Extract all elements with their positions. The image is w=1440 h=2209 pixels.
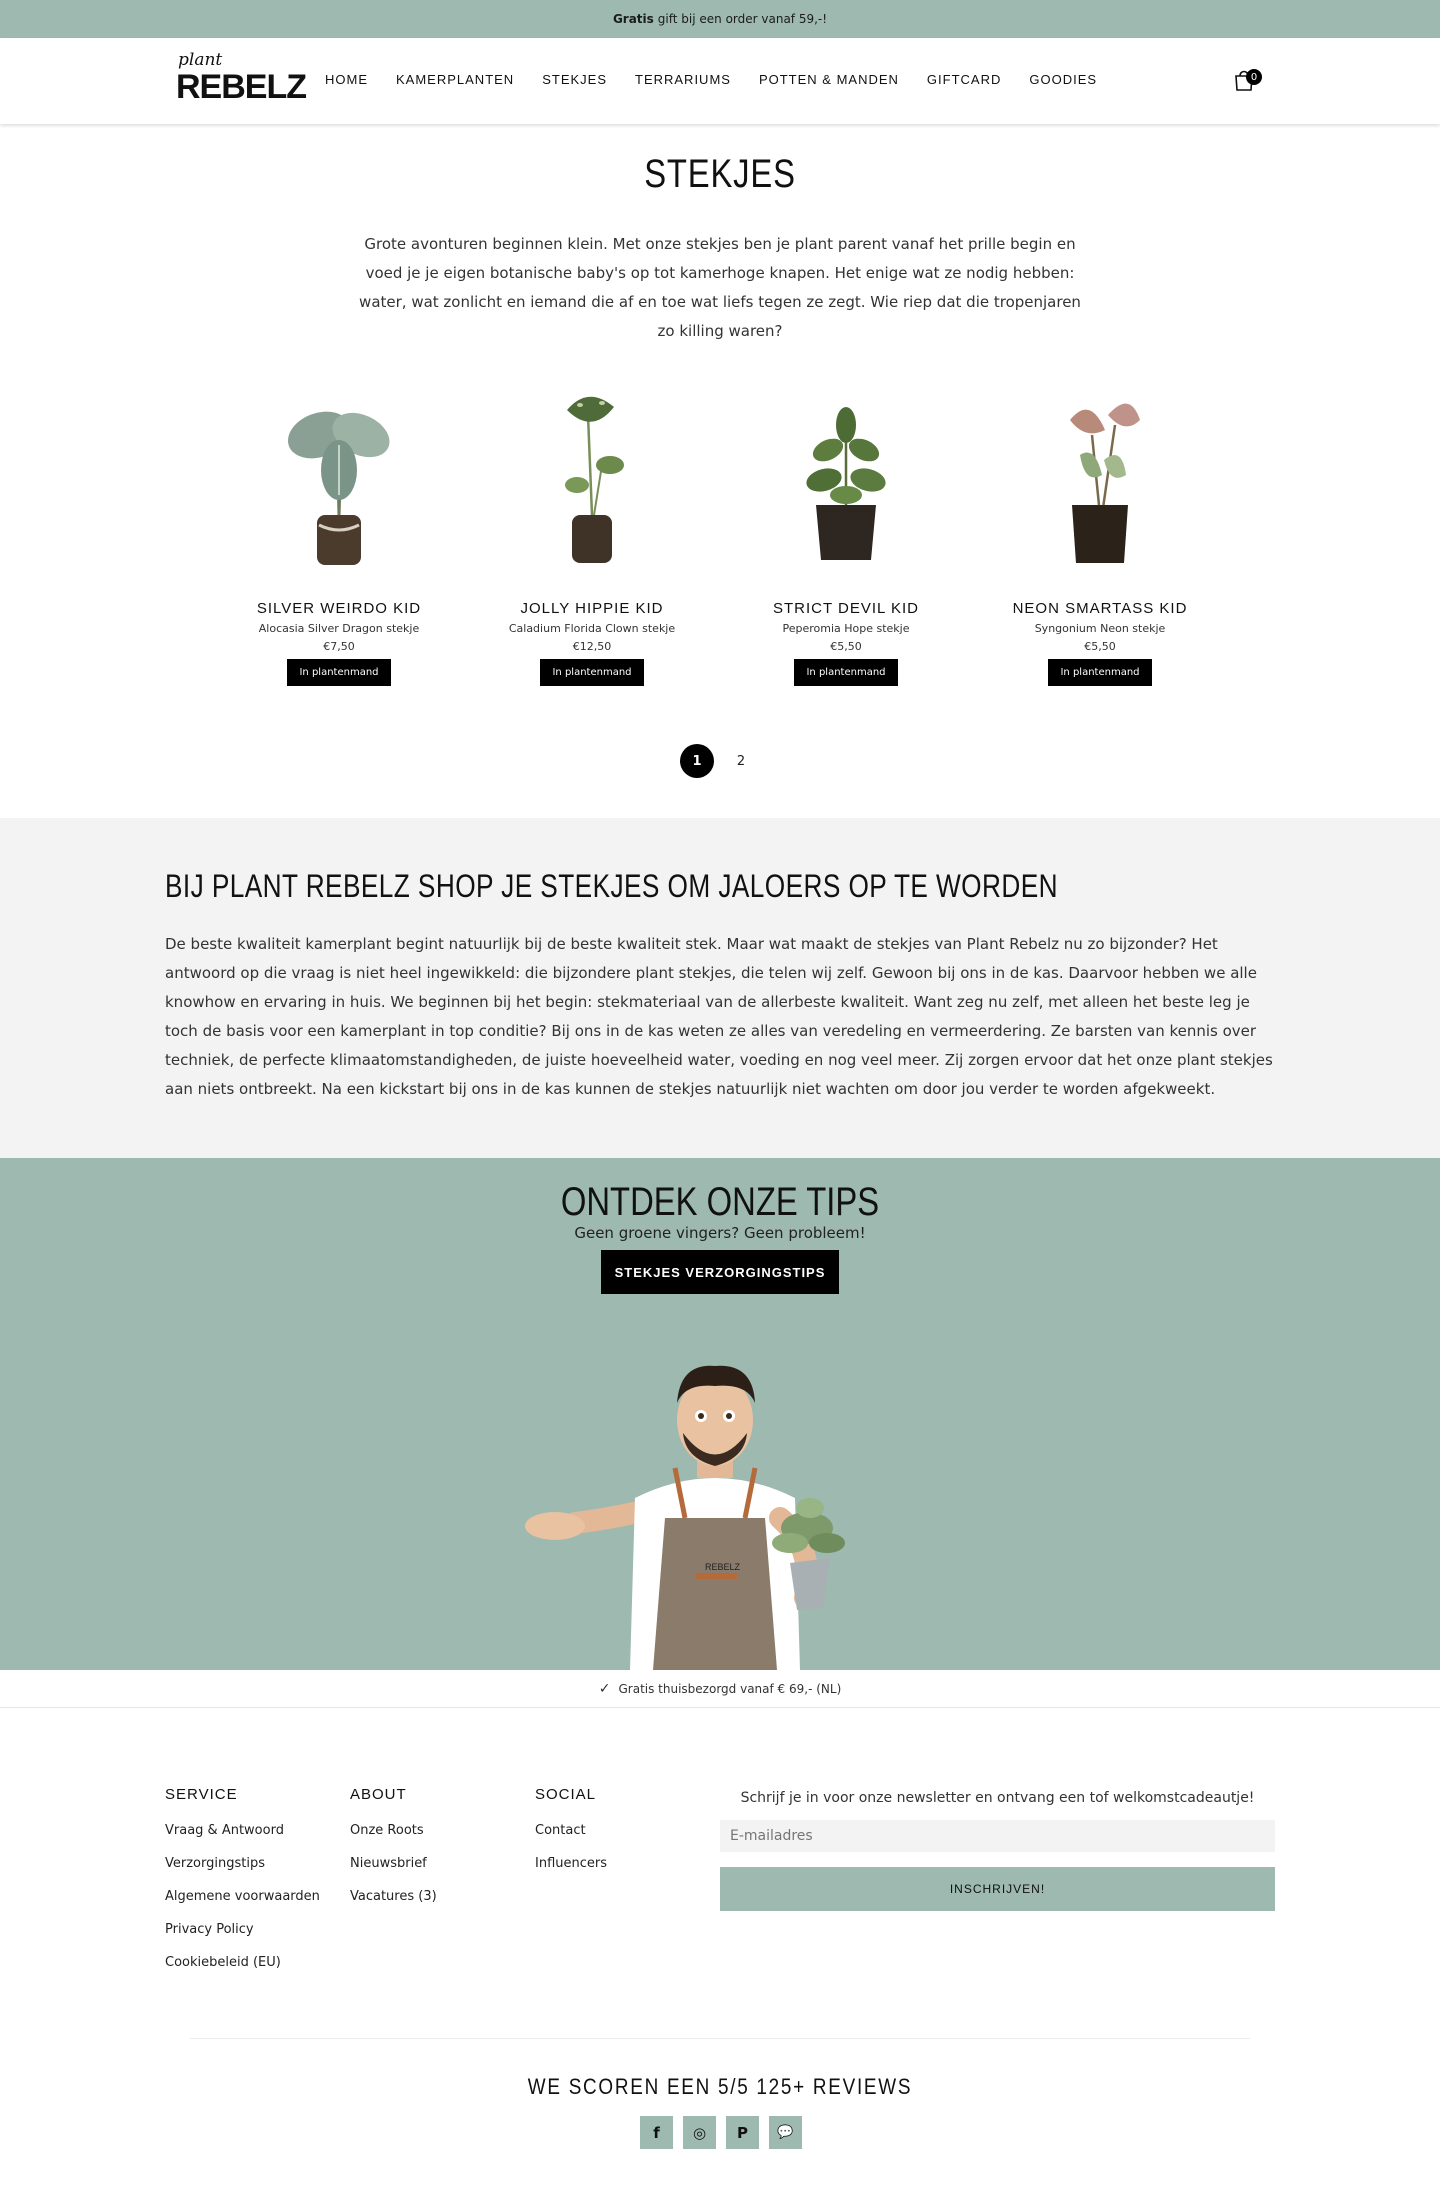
tips-banner: ONTDEK ONZE TIPS Geen groene vingers? Ge… <box>0 1158 1440 1670</box>
page-intro: Grote avonturen beginnen klein. Met onze… <box>359 235 1081 340</box>
logo-small-text: plant <box>178 50 223 70</box>
product-image[interactable] <box>736 370 956 580</box>
svg-text:REBELZ: REBELZ <box>705 1562 741 1572</box>
product-card[interactable]: STRICT DEVIL KID Peperomia Hope stekje €… <box>736 370 956 686</box>
product-subtitle: Alocasia Silver Dragon stekje <box>258 622 420 635</box>
instagram-icon[interactable]: ◎ <box>683 2116 716 2149</box>
promo-text: gift bij een order vanaf 59,-! <box>657 12 828 26</box>
newsletter-text: Schrijf je in voor onze newsletter en on… <box>740 1790 1255 1806</box>
promo-bold: Gratis <box>612 12 654 26</box>
product-name[interactable]: STRICT DEVIL KID <box>736 600 956 617</box>
footer-link[interactable]: Algemene voorwaarden <box>165 1889 320 1904</box>
tips-title: ONTDEK ONZE TIPS <box>560 1180 880 1224</box>
logo[interactable]: plant REBELZ <box>176 50 307 108</box>
pagination: 1 2 <box>680 744 758 778</box>
nav-stekjes[interactable]: STEKJES <box>542 72 607 87</box>
product-grid: SILVER WEIRDO KID Alocasia Silver Dragon… <box>0 370 1440 690</box>
footer-service: SERVICE Vraag & Antwoord Verzorgingstips… <box>165 1786 320 1988</box>
product-name[interactable]: JOLLY HIPPIE KID <box>482 600 702 617</box>
nav-goodies[interactable]: GOODIES <box>1029 72 1097 87</box>
product-price: €7,50 <box>323 640 355 653</box>
footer-service-title: SERVICE <box>165 1786 238 1803</box>
product-price: €5,50 <box>830 640 862 653</box>
add-to-cart-button[interactable]: In plantenmand <box>1048 659 1152 686</box>
product-card[interactable]: JOLLY HIPPIE KID Caladium Florida Clown … <box>482 370 702 686</box>
footer-social-title: SOCIAL <box>535 1786 597 1803</box>
footer-divider <box>190 2038 1250 2039</box>
seo-section: BIJ PLANT REBELZ SHOP JE STEKJES OM JALO… <box>0 818 1440 1158</box>
footer-link[interactable]: Vraag & Antwoord <box>165 1823 320 1838</box>
gardener-illustration: REBELZ <box>525 1365 845 1670</box>
site-header: plant REBELZ HOME KAMERPLANTEN STEKJES T… <box>0 38 1440 124</box>
usp-bar: ✓ Gratis thuisbezorgd vanaf € 69,- (NL) <box>0 1670 1440 1708</box>
facebook-icon[interactable]: f <box>640 2116 673 2149</box>
product-name[interactable]: SILVER WEIRDO KID <box>229 600 449 617</box>
cart-count-badge: 0 <box>1246 69 1262 85</box>
promo-bar: Gratis gift bij een order vanaf 59,-! <box>0 0 1440 38</box>
footer-link[interactable]: Vacatures (3) <box>350 1889 437 1904</box>
footer-about-title: ABOUT <box>350 1786 407 1803</box>
footer-link[interactable]: Onze Roots <box>350 1823 437 1838</box>
page-2-button[interactable]: 2 <box>724 744 758 778</box>
product-card[interactable]: SILVER WEIRDO KID Alocasia Silver Dragon… <box>229 370 449 686</box>
product-price: €5,50 <box>1084 640 1116 653</box>
footer-link[interactable]: Influencers <box>535 1856 607 1871</box>
add-to-cart-button[interactable]: In plantenmand <box>287 659 391 686</box>
care-tips-button[interactable]: STEKJES VERZORGINGSTIPS <box>601 1250 839 1294</box>
product-image[interactable] <box>229 370 449 580</box>
check-icon: ✓ <box>598 1680 611 1697</box>
product-subtitle: Syngonium Neon stekje <box>1034 622 1166 635</box>
add-to-cart-button[interactable]: In plantenmand <box>540 659 644 686</box>
product-subtitle: Caladium Florida Clown stekje <box>508 622 676 635</box>
footer-link[interactable]: Contact <box>535 1823 607 1838</box>
nav-kamerplanten[interactable]: KAMERPLANTEN <box>396 72 514 87</box>
footer-link[interactable]: Verzorgingstips <box>165 1856 320 1871</box>
seo-text: De beste kwaliteit kamerplant begint nat… <box>165 935 1273 1098</box>
logo-big-text: REBELZ <box>176 68 307 106</box>
usp-text: Gratis thuisbezorgd vanaf € 69,- (NL) <box>618 1681 842 1696</box>
footer-link[interactable]: Nieuwsbrief <box>350 1856 437 1871</box>
social-icons: f ◎ P 💬 <box>640 2116 802 2149</box>
newsletter-form: Schrijf je in voor onze newsletter en on… <box>720 1790 1275 1911</box>
pinterest-icon[interactable]: P <box>726 2116 759 2149</box>
main-nav: HOME KAMERPLANTEN STEKJES TERRARIUMS POT… <box>325 72 1097 87</box>
subscribe-button[interactable]: INSCHRIJVEN! <box>720 1867 1275 1911</box>
product-image[interactable] <box>482 370 702 580</box>
email-field[interactable] <box>720 1820 1275 1852</box>
seo-title: BIJ PLANT REBELZ SHOP JE STEKJES OM JALO… <box>165 868 1058 904</box>
product-price: €12,50 <box>572 640 612 653</box>
page-title: STEKJES <box>644 152 796 196</box>
nav-giftcard[interactable]: GIFTCARD <box>927 72 1001 87</box>
footer-social: SOCIAL Contact Influencers <box>535 1786 607 1889</box>
page-1-button[interactable]: 1 <box>680 744 714 778</box>
tips-subtitle: Geen groene vingers? Geen probleem! <box>574 1224 866 1242</box>
footer-about: ABOUT Onze Roots Nieuwsbrief Vacatures (… <box>350 1786 437 1922</box>
cart-button[interactable]: 0 <box>1233 64 1263 94</box>
add-to-cart-button[interactable]: In plantenmand <box>794 659 898 686</box>
product-subtitle: Peperomia Hope stekje <box>782 622 910 635</box>
footer-link[interactable]: Privacy Policy <box>165 1922 320 1937</box>
nav-terrariums[interactable]: TERRARIUMS <box>635 72 731 87</box>
product-card[interactable]: NEON SMARTASS KID Syngonium Neon stekje … <box>990 370 1210 686</box>
chat-icon[interactable]: 💬 <box>769 2116 802 2149</box>
nav-home[interactable]: HOME <box>325 72 368 87</box>
footer-link[interactable]: Cookiebeleid (EU) <box>165 1955 320 1970</box>
product-image[interactable] <box>990 370 1210 580</box>
reviews-heading: WE SCOREN EEN 5/5 125+ REVIEWS <box>527 2074 913 2099</box>
nav-potten-manden[interactable]: POTTEN & MANDEN <box>759 72 899 87</box>
product-name[interactable]: NEON SMARTASS KID <box>990 600 1210 617</box>
